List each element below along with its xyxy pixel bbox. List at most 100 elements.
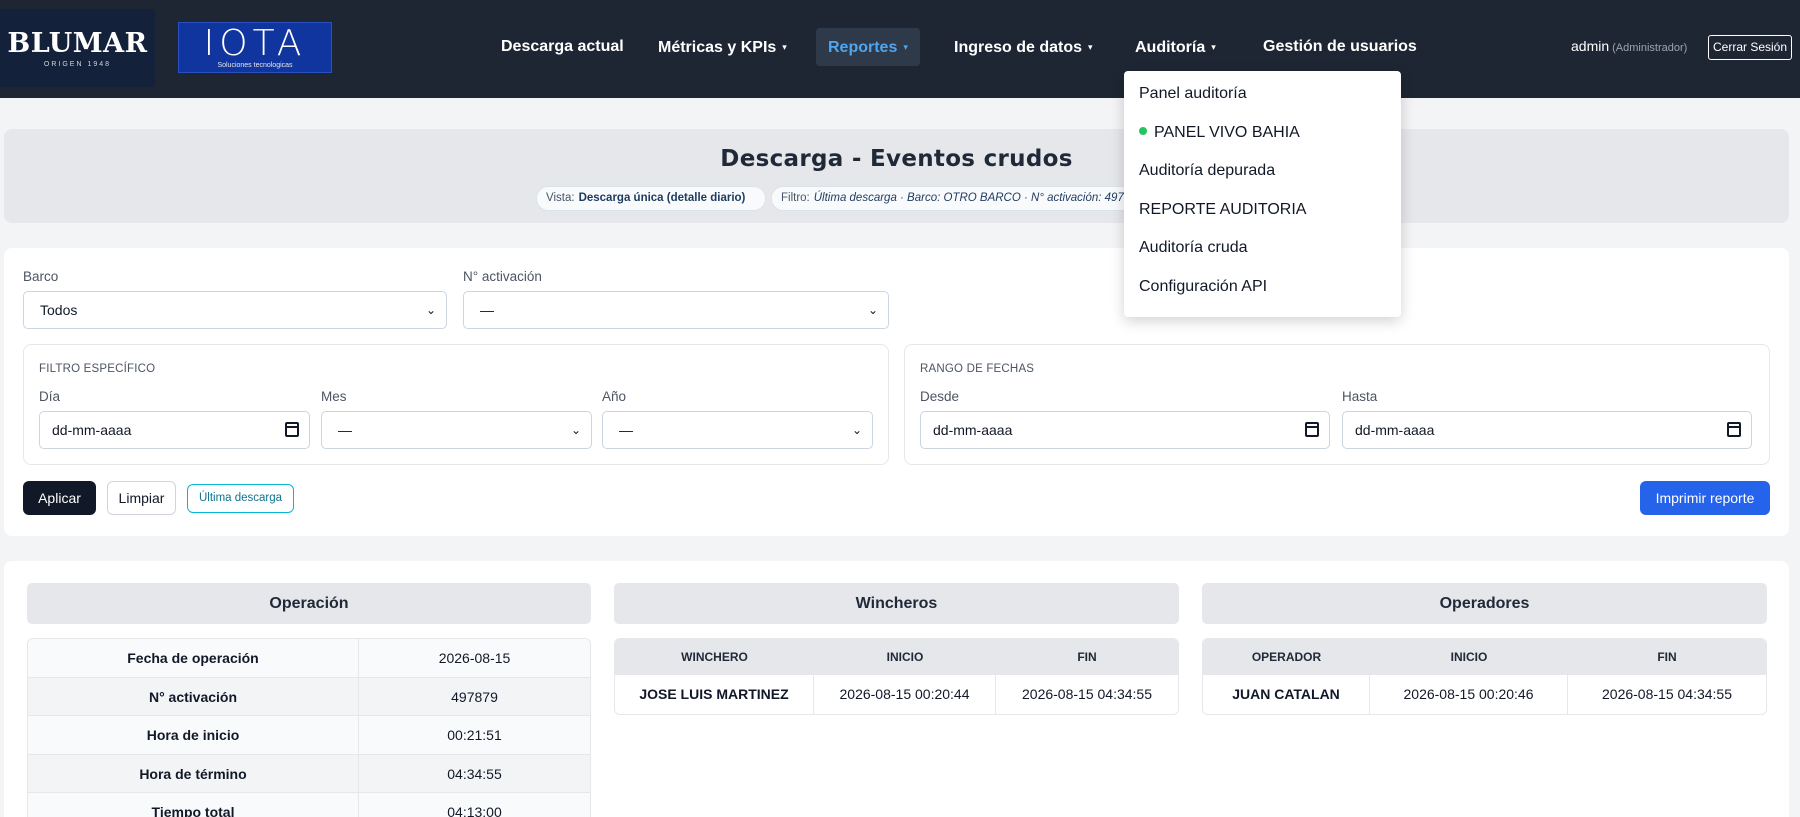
blumar-logo-sub: ORIGEN 1948: [43, 61, 112, 68]
filter-panel: Barco Todos ⌄ N° activación — ⌄ FILTRO ESP…: [4, 248, 1789, 536]
nav-gestion-usuarios[interactable]: Gestión de usuarios: [1251, 28, 1429, 66]
blumar-logo-word: BLUMAR: [7, 28, 148, 59]
nav-label: Ingreso de datos: [954, 39, 1083, 56]
menu-item-label: Configuración API: [1139, 277, 1268, 295]
to-date-input[interactable]: dd-mm-aaaa: [1342, 411, 1752, 449]
column-header: FIN: [1077, 650, 1097, 664]
chevron-down-icon: ⌄: [867, 303, 878, 317]
menu-item-panel-vivo-bahia[interactable]: PANEL VIVO BAHIA: [1124, 114, 1401, 153]
column-header: INICIO: [886, 650, 924, 664]
menu-item-label: REPORTE AUDITORIA: [1139, 200, 1307, 218]
chevron-down-icon: ⌄: [570, 423, 581, 437]
row-value: 04:13:00: [447, 804, 502, 817]
activation-select-value: —: [480, 302, 494, 318]
date-range-box: RANGO DE FECHAS Desde dd-mm-aaaa Hasta d…: [904, 344, 1770, 465]
row-key: N° activación: [28, 677, 359, 716]
table-cell: 2026-08-15 04:34:55: [1602, 686, 1732, 702]
chevron-down-icon: ▾: [1088, 42, 1093, 52]
menu-item-configuracion-api[interactable]: Configuración API: [1124, 268, 1401, 307]
print-report-button[interactable]: Imprimir reporte: [1640, 481, 1770, 515]
to-date-placeholder: dd-mm-aaaa: [1355, 422, 1435, 438]
nav-label: Auditoría: [1135, 39, 1206, 56]
chevron-down-icon: ▾: [903, 42, 908, 52]
table-cell: JOSE LUIS MARTINEZ: [615, 675, 814, 714]
table-row: Tiempo total 04:13:00: [28, 793, 590, 817]
table-header-row: WINCHERO INICIO FIN: [615, 639, 1178, 675]
row-key: Hora de término: [28, 754, 359, 793]
table-row: JUAN CATALAN 2026-08-15 00:20:46 2026-08…: [1203, 675, 1766, 714]
nav-ingreso-datos[interactable]: Ingreso de datos ▾: [942, 28, 1105, 66]
iota-logo[interactable]: IOTA Soluciones tecnologicas: [178, 22, 332, 73]
activation-select[interactable]: — ⌄: [463, 291, 889, 329]
live-status-dot-icon: [1139, 126, 1147, 135]
chevron-down-icon: ▾: [1211, 42, 1216, 52]
year-select[interactable]: — ⌄: [602, 411, 873, 449]
nav-reportes[interactable]: Reportes ▾: [816, 28, 920, 66]
barco-select[interactable]: Todos ⌄: [23, 291, 447, 329]
user-info: admin (Administrador): [1571, 38, 1687, 54]
day-label: Día: [39, 389, 61, 404]
from-date-input[interactable]: dd-mm-aaaa: [920, 411, 1330, 449]
from-date-placeholder: dd-mm-aaaa: [933, 422, 1013, 438]
operation-table: Fecha de operación 2026-08-15 N° activaci…: [27, 638, 591, 817]
logout-button[interactable]: Cerrar Sesión: [1708, 35, 1792, 60]
menu-item-reporte-auditoria[interactable]: REPORTE AUDITORIA: [1124, 191, 1401, 230]
operation-section-title: Operación: [27, 583, 591, 624]
row-value: 04:34:55: [447, 765, 502, 782]
operators-section-title: Operadores: [1202, 583, 1767, 624]
table-row: Hora de inicio 00:21:51: [28, 716, 590, 755]
auditoria-dropdown-menu: Panel auditoría PANEL VIVO BAHIA Auditor…: [1124, 71, 1401, 317]
chevron-down-icon: ▾: [782, 42, 787, 52]
page-title: Descarga - Eventos crudos: [720, 146, 1073, 172]
user-name: admin: [1571, 38, 1610, 54]
month-select[interactable]: — ⌄: [321, 411, 592, 449]
iota-logo-word: IOTA: [203, 22, 307, 64]
table-header-row: OPERADOR INICIO FIN: [1203, 639, 1766, 675]
page-header-card: Descarga - Eventos crudos Vista: Descarga…: [4, 129, 1789, 223]
row-key: Tiempo total: [28, 793, 359, 817]
calendar-icon[interactable]: [285, 422, 299, 437]
filter-badge: Filtro: Última descarga · Barco: OTRO BAR…: [771, 186, 1136, 211]
menu-item-auditoria-depurada[interactable]: Auditoría depurada: [1124, 152, 1401, 191]
row-value: 00:21:51: [447, 727, 502, 744]
specific-filter-box: FILTRO ESPECÍFICO Día dd-mm-aaaa Mes — ⌄ …: [23, 344, 889, 465]
top-navbar: BLUMAR ORIGEN 1948 IOTA Soluciones tecno…: [0, 0, 1800, 98]
table-row: JOSE LUIS MARTINEZ 2026-08-15 00:20:44 2…: [615, 675, 1178, 714]
row-value: 497879: [451, 688, 498, 705]
view-badge-label: Vista:: [546, 192, 575, 204]
table-row: N° activación 497879: [28, 677, 590, 717]
nav-descarga-actual[interactable]: Descarga actual: [489, 28, 636, 66]
view-badge: Vista: Descarga única (detalle diario): [536, 186, 766, 211]
day-date-placeholder: dd-mm-aaaa: [52, 422, 132, 438]
year-label: Año: [602, 389, 627, 404]
view-badge-value: Descarga única (detalle diario): [578, 192, 746, 204]
calendar-icon[interactable]: [1305, 422, 1319, 437]
nav-metricas-kpis[interactable]: Métricas y KPIs ▾: [646, 28, 799, 66]
calendar-icon[interactable]: [1727, 422, 1741, 437]
table-row: Hora de término 04:34:55: [28, 754, 590, 794]
filter-badge-label: Filtro:: [781, 192, 810, 204]
operators-table: OPERADOR INICIO FIN JUAN CATALAN 2026-08…: [1202, 638, 1767, 715]
column-header: OPERADOR: [1251, 650, 1322, 664]
menu-item-label: Auditoría cruda: [1139, 239, 1248, 257]
menu-item-panel-auditoria[interactable]: Panel auditoría: [1124, 75, 1401, 114]
nav-label: Gestión de usuarios: [1263, 38, 1417, 55]
menu-item-auditoria-cruda[interactable]: Auditoría cruda: [1124, 229, 1401, 268]
nav-auditoria[interactable]: Auditoría ▾: [1123, 28, 1228, 66]
row-key: Fecha de operación: [28, 639, 359, 677]
last-download-button[interactable]: Última descarga: [187, 484, 294, 513]
year-select-value: —: [619, 422, 633, 438]
apply-button[interactable]: Aplicar: [23, 481, 96, 515]
menu-item-label: Auditoría depurada: [1139, 162, 1276, 180]
nav-label: Reportes: [828, 39, 898, 56]
winchers-table: WINCHERO INICIO FIN JOSE LUIS MARTINEZ 2…: [614, 638, 1179, 715]
column-header: INICIO: [1450, 650, 1488, 664]
chevron-down-icon: ⌄: [425, 303, 436, 317]
iota-logo-sub: Soluciones tecnologicas: [217, 61, 293, 69]
blumar-logo[interactable]: BLUMAR ORIGEN 1948: [0, 9, 155, 87]
clear-button[interactable]: Limpiar: [107, 481, 176, 515]
day-date-input[interactable]: dd-mm-aaaa: [39, 411, 310, 449]
to-label: Hasta: [1342, 389, 1378, 404]
chevron-down-icon: ⌄: [851, 423, 862, 437]
menu-item-label: PANEL VIVO BAHIA: [1154, 123, 1300, 141]
